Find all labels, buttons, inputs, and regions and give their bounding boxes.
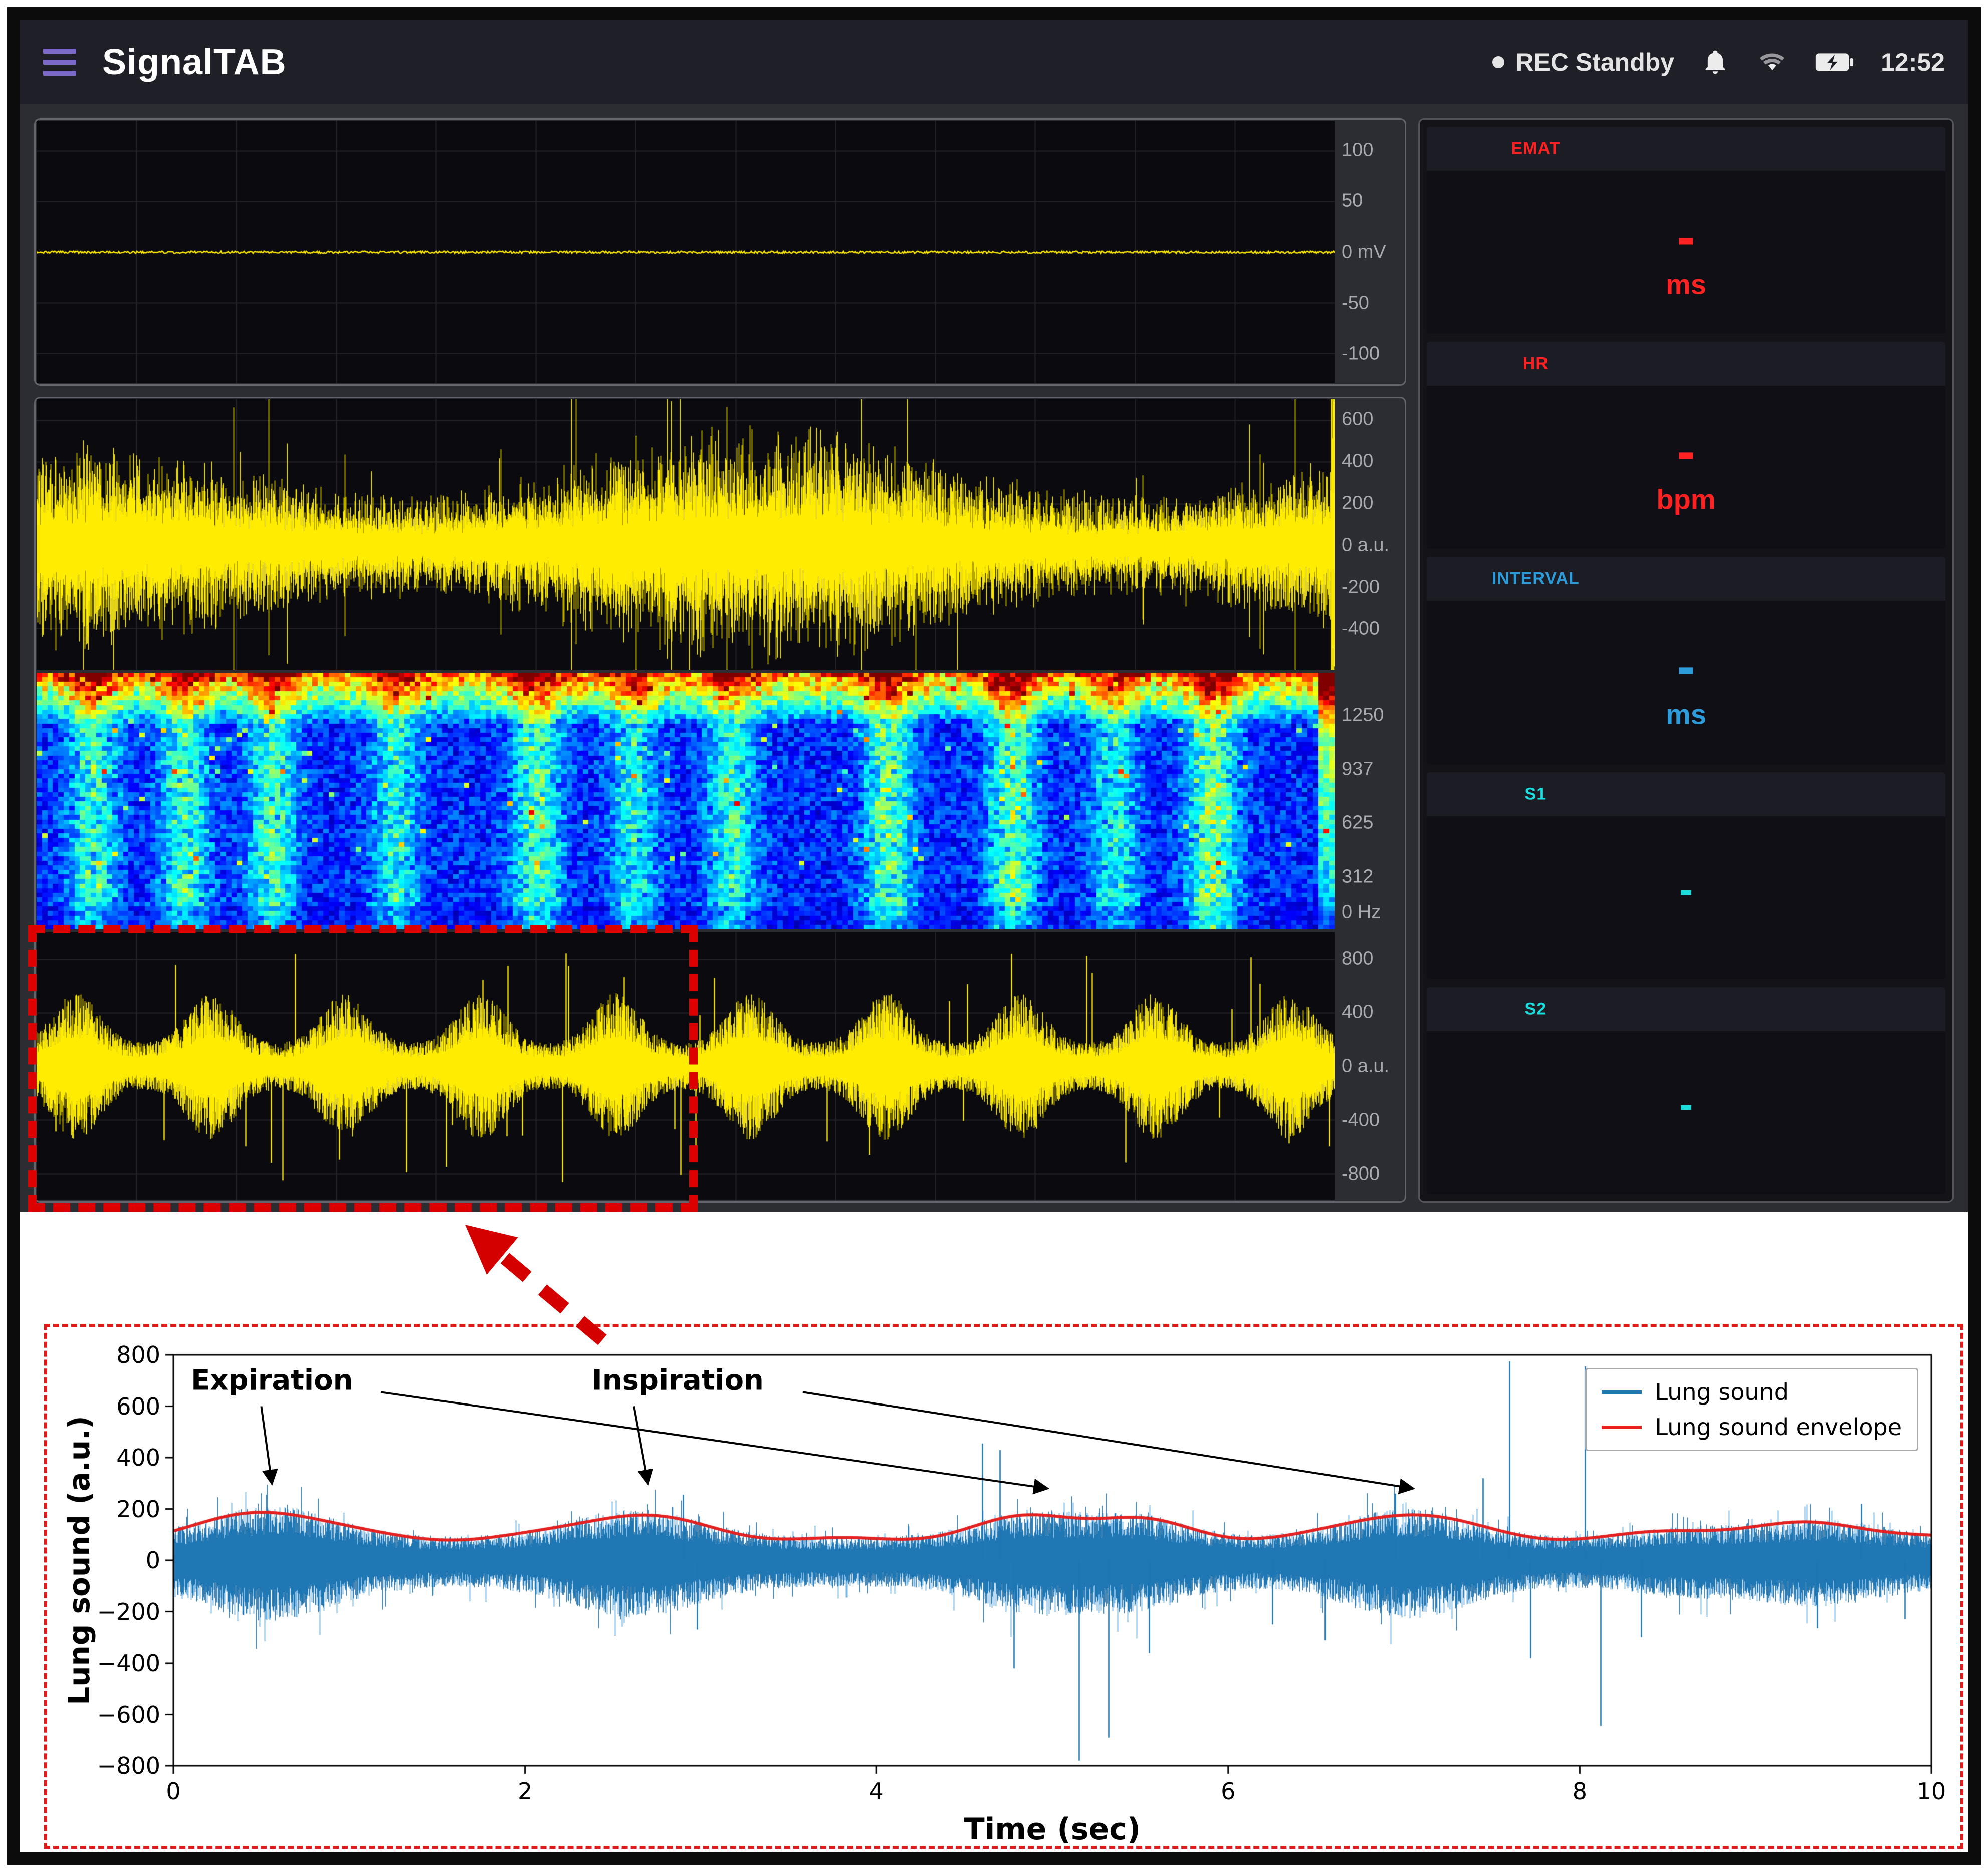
rec-status-label: REC Standby bbox=[1515, 48, 1674, 77]
metric-label-tab: S1 bbox=[1427, 772, 1945, 816]
lung-axis-gutter: 800 400 0 a.u. -400 -800 bbox=[1336, 931, 1405, 1201]
lung-sound-figure: Lung sound (a.u.) Time (sec) 80060040020… bbox=[44, 1324, 1963, 1849]
y-tick-label: 0 mV bbox=[1342, 242, 1386, 263]
status-bar: REC Standby 12:52 bbox=[1492, 48, 1945, 77]
metric-label-tab: EMAT bbox=[1427, 127, 1945, 171]
y-tick-label: 200 bbox=[47, 1496, 160, 1523]
wifi-icon bbox=[1756, 48, 1788, 76]
x-tick-label: 6 bbox=[1221, 1778, 1235, 1805]
zoom-arrow bbox=[441, 1217, 621, 1347]
y-tick-label: 800 bbox=[47, 1341, 160, 1368]
x-tick-label: 0 bbox=[166, 1778, 180, 1805]
legend-swatch bbox=[1602, 1426, 1642, 1429]
metric-value: - bbox=[1679, 866, 1693, 913]
record-dot-icon bbox=[1492, 56, 1504, 68]
y-tick-label: 400 bbox=[1342, 450, 1373, 472]
legend-swatch bbox=[1602, 1390, 1642, 1394]
metric-label-tab: S2 bbox=[1427, 987, 1945, 1031]
y-tick-label: 625 bbox=[1342, 812, 1373, 834]
ecg-waveform-canvas bbox=[37, 121, 1335, 383]
y-tick-label: −600 bbox=[47, 1701, 160, 1728]
metric-value: - bbox=[1677, 204, 1695, 268]
y-tick-label: -100 bbox=[1342, 343, 1380, 365]
legend-label: Lung sound bbox=[1655, 1378, 1789, 1406]
legend-entry: Lung sound bbox=[1602, 1378, 1902, 1406]
y-tick-label: 600 bbox=[1342, 408, 1373, 430]
metric-label: S1 bbox=[1525, 784, 1547, 804]
ecg-plot-panel: 100 50 0 mV -50 -100 bbox=[34, 118, 1406, 386]
legend: Lung sound Lung sound envelope bbox=[1585, 1368, 1918, 1451]
figure-frame: SignalTAB REC Standby 12:52 100500 mV-50… bbox=[7, 7, 1981, 1865]
spectrogram-plot: 1250 937 625 312 0 Hz bbox=[36, 672, 1405, 930]
y-tick-label: 937 bbox=[1342, 758, 1373, 780]
menu-icon[interactable] bbox=[43, 49, 76, 76]
metric-label: INTERVAL bbox=[1492, 569, 1580, 589]
metric-card-s2: S2 - bbox=[1427, 987, 1945, 1194]
highlight-rect bbox=[28, 925, 698, 1212]
x-tick-label: 4 bbox=[869, 1778, 884, 1805]
x-tick-label: 10 bbox=[1917, 1778, 1946, 1805]
ecg-axis-gutter: 100 50 0 mV -50 -100 bbox=[1336, 120, 1405, 384]
legend-entry: Lung sound envelope bbox=[1602, 1414, 1902, 1441]
metric-label-tab: HR bbox=[1427, 342, 1945, 386]
y-tick-label: 50 bbox=[1342, 190, 1363, 212]
y-tick-label: -400 bbox=[1342, 618, 1380, 640]
y-tick-label: 800 bbox=[1342, 948, 1373, 969]
y-tick-label: 200 bbox=[1342, 493, 1373, 514]
annotation-text: Inspiration bbox=[592, 1364, 764, 1397]
y-tick-label: -50 bbox=[1342, 292, 1369, 314]
legend-label: Lung sound envelope bbox=[1655, 1414, 1902, 1441]
heart-sound-plot: 600 400 200 0 a.u. -200 -400 bbox=[36, 398, 1405, 671]
metric-value: - bbox=[1677, 635, 1695, 698]
metric-label-tab: INTERVAL bbox=[1427, 557, 1945, 601]
y-tick-label: -800 bbox=[1342, 1163, 1380, 1185]
x-tick-label: 2 bbox=[518, 1778, 532, 1805]
metric-unit: ms bbox=[1666, 268, 1706, 301]
bell-icon bbox=[1701, 48, 1729, 76]
metric-card-interval: INTERVAL - ms bbox=[1427, 557, 1945, 764]
metric-card-hr: HR - bpm bbox=[1427, 342, 1945, 549]
app-window: SignalTAB REC Standby 12:52 100 50 0 mV -50… bbox=[20, 20, 1968, 1212]
metric-value: - bbox=[1679, 1081, 1693, 1128]
y-tick-label: 312 bbox=[1342, 866, 1373, 887]
heart-axis-gutter: 600 400 200 0 a.u. -200 -400 bbox=[1336, 398, 1405, 671]
rec-status: REC Standby bbox=[1492, 48, 1674, 77]
clock: 12:52 bbox=[1881, 48, 1945, 77]
metric-card-s1: S1 - bbox=[1427, 772, 1945, 979]
y-tick-label: 0 a.u. bbox=[1342, 534, 1389, 556]
y-tick-label: 100 bbox=[1342, 139, 1373, 161]
y-tick-label: 0 bbox=[47, 1547, 160, 1574]
battery-charging-icon bbox=[1815, 51, 1854, 74]
y-tick-label: −200 bbox=[47, 1598, 160, 1625]
y-tick-label: -200 bbox=[1342, 576, 1380, 598]
x-axis-label: Time (sec) bbox=[964, 1812, 1141, 1847]
heart-sound-canvas bbox=[37, 399, 1335, 670]
y-tick-label: 0 a.u. bbox=[1342, 1056, 1389, 1077]
app-title: SignalTAB bbox=[102, 42, 287, 83]
metric-label: HR bbox=[1523, 354, 1549, 374]
metric-card-emat: EMAT - ms bbox=[1427, 127, 1945, 334]
y-tick-label: 0 Hz bbox=[1342, 901, 1381, 923]
y-tick-label: −800 bbox=[47, 1752, 160, 1779]
annotation-text: Expiration bbox=[191, 1364, 353, 1397]
y-tick-label: −400 bbox=[47, 1650, 160, 1677]
metric-label: S2 bbox=[1525, 999, 1547, 1019]
y-tick-label: -400 bbox=[1342, 1109, 1380, 1131]
spectrogram-axis-gutter: 1250 937 625 312 0 Hz bbox=[1336, 672, 1405, 930]
metric-label: EMAT bbox=[1511, 139, 1560, 159]
y-tick-label: 600 bbox=[47, 1393, 160, 1420]
ecg-plot: 100 50 0 mV -50 -100 bbox=[36, 120, 1405, 384]
spectrogram-canvas bbox=[37, 673, 1335, 929]
metric-value: - bbox=[1677, 420, 1695, 484]
metric-unit: ms bbox=[1666, 698, 1706, 731]
y-tick-label: 400 bbox=[47, 1444, 160, 1471]
y-tick-label: 400 bbox=[1342, 1002, 1373, 1023]
app-bar: SignalTAB REC Standby 12:52 bbox=[20, 20, 1968, 104]
metric-unit: bpm bbox=[1656, 483, 1715, 516]
metrics-panel: EMAT - ms HR - bpm INTERVAL - ms S1 - S2 bbox=[1418, 118, 1954, 1203]
x-tick-label: 8 bbox=[1573, 1778, 1587, 1805]
y-tick-label: 1250 bbox=[1342, 705, 1384, 726]
